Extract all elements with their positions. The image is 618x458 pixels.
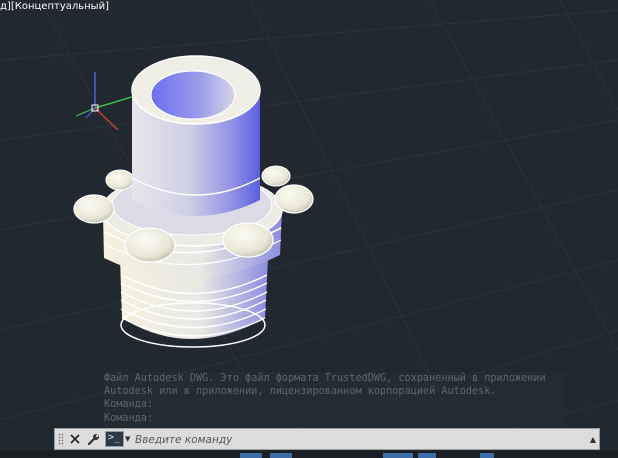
- close-icon[interactable]: [67, 431, 83, 447]
- command-input[interactable]: [135, 432, 575, 447]
- wrench-icon[interactable]: [85, 431, 101, 447]
- status-bar: [0, 451, 618, 458]
- command-line[interactable]: >_ ▼ ▲: [54, 428, 600, 450]
- viewport-label-separator: ][: [6, 1, 15, 12]
- viewport-controls-label[interactable]: д][Концептуальный]: [0, 0, 111, 13]
- status-toggle[interactable]: [418, 453, 436, 458]
- drag-handle[interactable]: [58, 433, 64, 446]
- status-toggle[interactable]: [270, 453, 292, 458]
- recent-commands-dropdown-icon[interactable]: ▼: [125, 435, 130, 443]
- viewport-label-suffix: ]: [105, 1, 109, 12]
- pipe-fitting-model[interactable]: [73, 55, 314, 348]
- chevron-up-icon[interactable]: ▲: [590, 435, 596, 444]
- history-line: Команда:: [104, 399, 154, 411]
- viewport-label-prefix: д: [0, 1, 7, 12]
- status-toggle[interactable]: [240, 453, 262, 458]
- command-prompt-icon[interactable]: >_: [105, 431, 124, 447]
- command-history: Файл Autodesk DWG. Это файл формата Trus…: [104, 372, 566, 425]
- history-line: Autodesk или в приложении, лицензированн…: [104, 386, 497, 398]
- history-line: Файл Autodesk DWG. Это файл формата Trus…: [104, 373, 546, 384]
- visual-style-control[interactable]: Концептуальный: [15, 1, 105, 12]
- status-toggle[interactable]: [480, 453, 494, 458]
- ucs-icon: [75, 72, 136, 131]
- history-line: Команда:: [104, 412, 154, 424]
- drawing-viewport[interactable]: д][Концептуальный] Файл Autodesk DWG. Эт…: [0, 0, 618, 458]
- status-toggle[interactable]: [383, 453, 413, 458]
